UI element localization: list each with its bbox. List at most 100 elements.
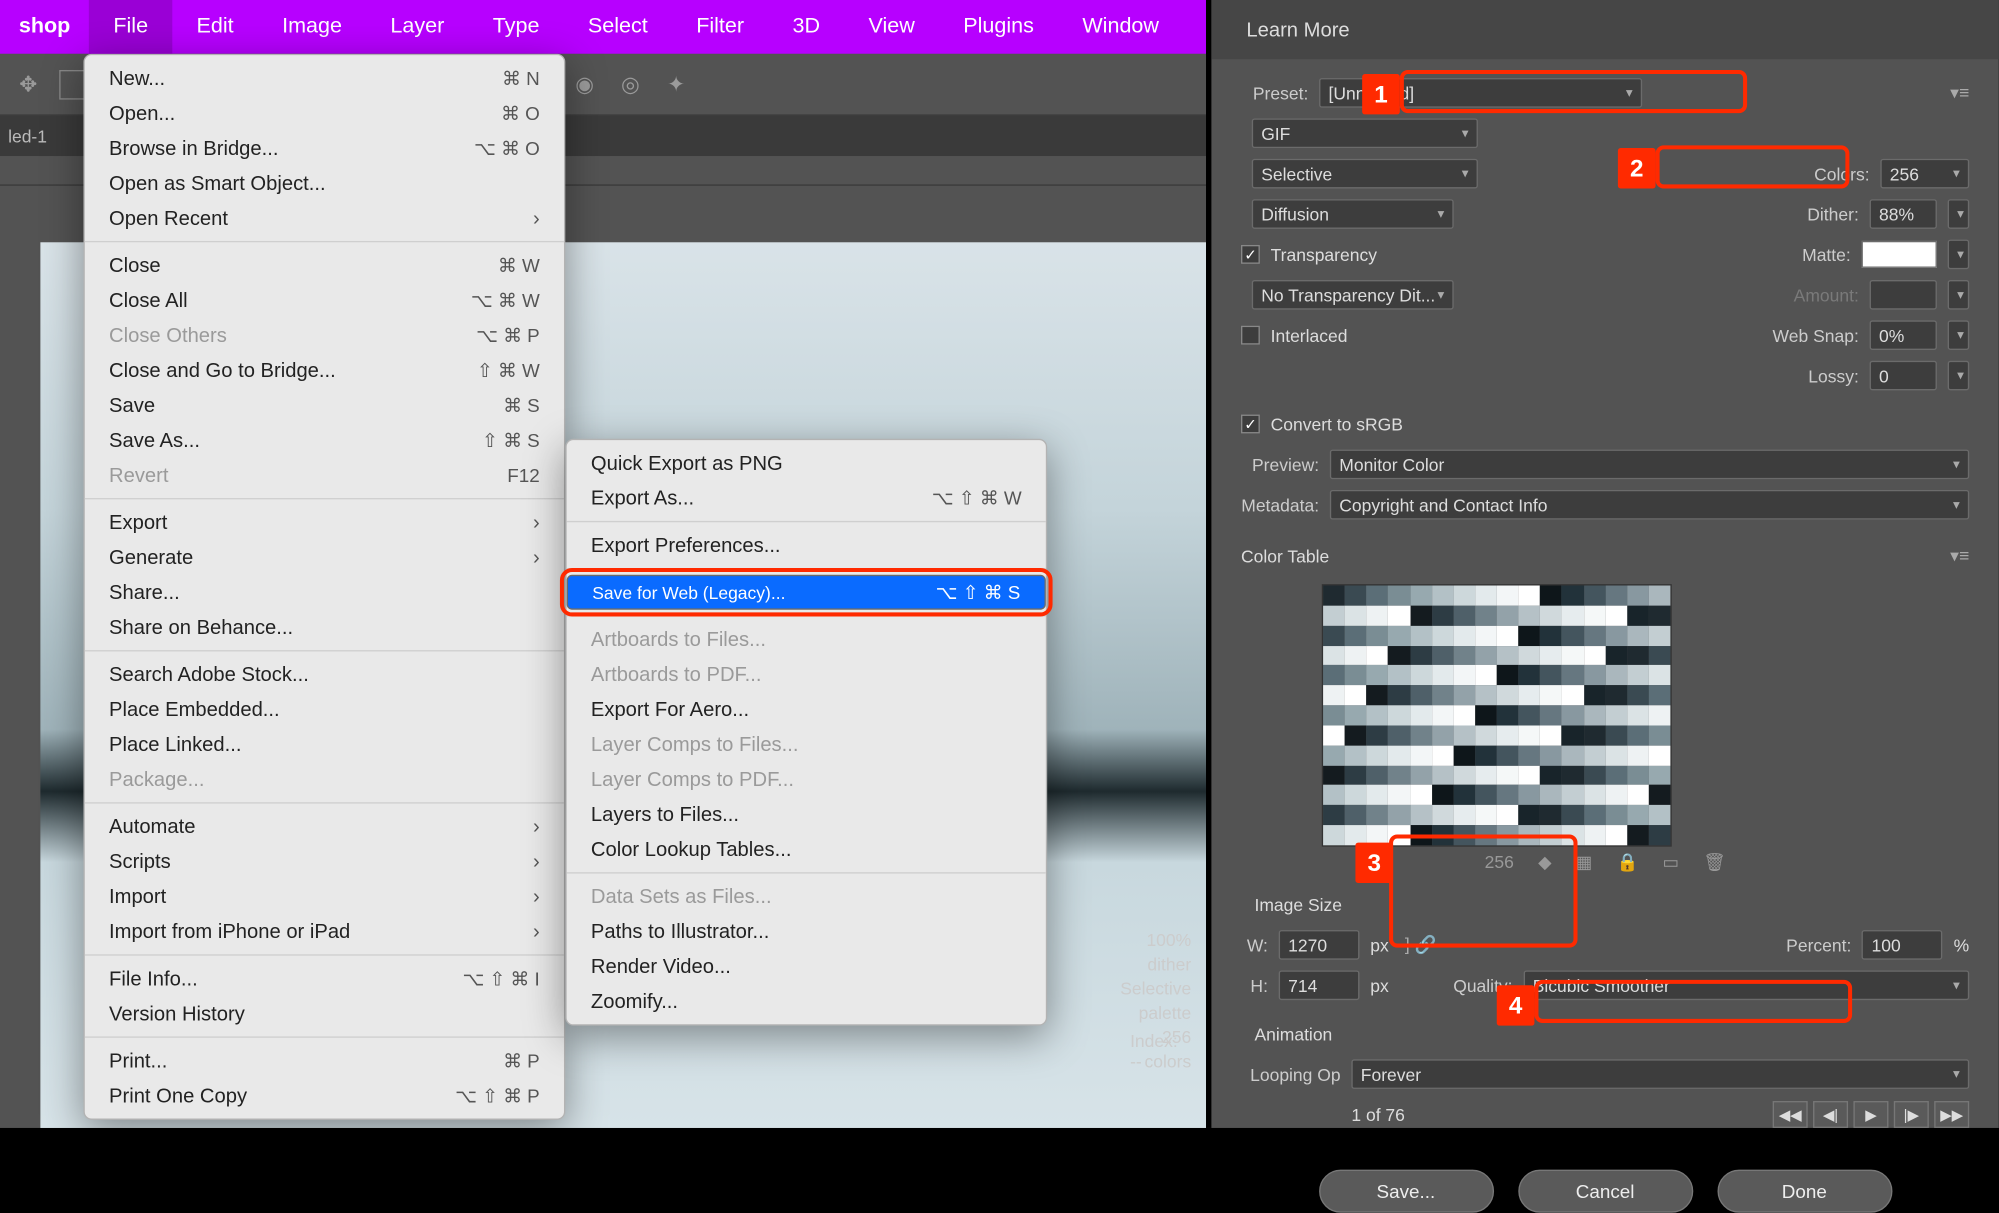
colortable-trash-icon[interactable]: 🗑	[1703, 852, 1725, 874]
color-reduction-select[interactable]: Selective▾	[1252, 159, 1478, 189]
lossy-stepper[interactable]: ▾	[1948, 361, 1970, 391]
menu-item[interactable]: Open Recent›	[85, 201, 564, 236]
menu-item[interactable]: Scripts›	[85, 844, 564, 879]
tool-icon[interactable]: ✥	[13, 72, 43, 96]
menu-item[interactable]: Place Linked...	[85, 727, 564, 762]
lossy-input[interactable]: 0	[1870, 361, 1937, 391]
preview-select[interactable]: Monitor Color▾	[1330, 450, 1969, 480]
menu-item[interactable]: Print...⌘ P	[85, 1043, 564, 1078]
link-icon[interactable]: ] 🔗	[1405, 934, 1437, 956]
colortable-lock-icon[interactable]: 🔒	[1617, 852, 1639, 874]
last-frame-button[interactable]: ▶▶	[1934, 1101, 1969, 1128]
width-input[interactable]: 1270	[1279, 930, 1360, 960]
dither-stepper[interactable]: ▾	[1948, 199, 1970, 229]
menu-view[interactable]: View	[844, 0, 939, 54]
dither-input[interactable]: 88%	[1870, 199, 1937, 229]
3d-icon[interactable]: ◉	[570, 72, 600, 96]
menu-item[interactable]: Export As...⌥ ⇧ ⌘ W	[567, 481, 1046, 516]
menu-file[interactable]: File	[89, 0, 172, 54]
colortable-icon[interactable]: ▦	[1576, 852, 1593, 874]
menu-item[interactable]: Close All⌥ ⌘ W	[85, 283, 564, 318]
menu-item[interactable]: Search Adobe Stock...	[85, 657, 564, 692]
menu-item[interactable]: Browse in Bridge...⌥ ⌘ O	[85, 131, 564, 166]
menu-item[interactable]: Generate›	[85, 540, 564, 575]
menu-item[interactable]: Paths to Illustrator...	[567, 914, 1046, 949]
menu-item[interactable]: Layers to Files...	[567, 797, 1046, 832]
menu-item[interactable]: Export Preferences...	[567, 528, 1046, 563]
3d-icon[interactable]: ◎	[616, 72, 646, 96]
menu-item[interactable]: Render Video...	[567, 949, 1046, 984]
quality-select[interactable]: Bicubic Smoother▾	[1523, 970, 1969, 1000]
trans-dither-select[interactable]: No Transparency Dit...▾	[1252, 280, 1454, 310]
panel-menu-icon[interactable]: ▾≡	[1950, 82, 1969, 104]
menu-item[interactable]: Save As...⇧ ⌘ S	[85, 423, 564, 458]
metadata-select[interactable]: Copyright and Contact Info▾	[1330, 490, 1969, 520]
3d-icon[interactable]: ✦	[661, 72, 691, 96]
color-table[interactable]	[1322, 584, 1672, 846]
menu-type[interactable]: Type	[469, 0, 564, 54]
amount-input	[1870, 280, 1937, 310]
dither-type-select[interactable]: Diffusion▾	[1252, 199, 1454, 229]
menu-layer[interactable]: Layer	[366, 0, 468, 54]
colors-select[interactable]: 256▾	[1880, 159, 1969, 189]
menu-edit[interactable]: Edit	[172, 0, 258, 54]
menu-item[interactable]: Export For Aero...	[567, 692, 1046, 727]
document-tab[interactable]: led-1	[8, 126, 47, 146]
height-input[interactable]: 714	[1279, 970, 1360, 1000]
menu-item[interactable]: New...⌘ N	[85, 61, 564, 96]
matte-swatch[interactable]	[1862, 241, 1937, 268]
animation-label: Animation	[1254, 1024, 1332, 1044]
menu-3d[interactable]: 3D	[768, 0, 844, 54]
menu-item[interactable]: Color Lookup Tables...	[567, 832, 1046, 867]
menu-select[interactable]: Select	[564, 0, 672, 54]
srgb-checkbox[interactable]: ✓	[1241, 415, 1260, 434]
transparency-checkbox[interactable]: ✓	[1241, 245, 1260, 264]
play-button[interactable]: ▶	[1853, 1101, 1888, 1128]
learn-more-link[interactable]: Learn More	[1246, 18, 1349, 41]
matte-label: Matte:	[1765, 244, 1851, 264]
menu-item[interactable]: Print One Copy⌥ ⇧ ⌘ P	[85, 1078, 564, 1113]
menu-help[interactable]: Help	[1183, 0, 1206, 54]
menu-plugins[interactable]: Plugins	[939, 0, 1058, 54]
colortable-icon[interactable]: ◆	[1538, 852, 1551, 874]
colortable-icon[interactable]: ▭	[1663, 852, 1680, 874]
interlaced-checkbox[interactable]	[1241, 326, 1260, 345]
imagesize-label: Image Size	[1254, 894, 1342, 914]
menu-item[interactable]: Close and Go to Bridge...⇧ ⌘ W	[85, 353, 564, 388]
colortable-menu-icon[interactable]: ▾≡	[1950, 545, 1969, 567]
menu-window[interactable]: Window	[1058, 0, 1183, 54]
menu-item[interactable]: Import from iPhone or iPad›	[85, 914, 564, 949]
menu-item[interactable]: Automate›	[85, 809, 564, 844]
menu-item[interactable]: Share...	[85, 575, 564, 610]
menu-image[interactable]: Image	[258, 0, 366, 54]
menu-item: Artboards to Files...	[567, 622, 1046, 657]
websnap-stepper[interactable]: ▾	[1948, 320, 1970, 350]
format-select[interactable]: GIF▾	[1252, 118, 1478, 148]
menu-item[interactable]: Open as Smart Object...	[85, 166, 564, 201]
first-frame-button[interactable]: ◀◀	[1773, 1101, 1808, 1128]
done-button[interactable]: Done	[1717, 1170, 1892, 1213]
menu-item[interactable]: Open...⌘ O	[85, 96, 564, 131]
menu-item[interactable]: Export›	[85, 505, 564, 540]
menu-filter[interactable]: Filter	[672, 0, 768, 54]
menu-item[interactable]: Version History	[85, 996, 564, 1031]
looping-select[interactable]: Forever▾	[1351, 1059, 1969, 1089]
menu-item[interactable]: Place Embedded...	[85, 692, 564, 727]
save-button[interactable]: Save...	[1318, 1170, 1493, 1213]
percent-input[interactable]: 100	[1862, 930, 1943, 960]
export-submenu: Quick Export as PNGExport As...⌥ ⇧ ⌘ W Ex…	[565, 439, 1047, 1026]
menu-item[interactable]: Save⌘ S	[85, 388, 564, 423]
menu-item[interactable]: Share on Behance...	[85, 610, 564, 645]
menu-item[interactable]: Zoomify...	[567, 984, 1046, 1019]
menu-item[interactable]: Quick Export as PNG	[567, 446, 1046, 481]
cancel-button[interactable]: Cancel	[1518, 1170, 1693, 1213]
next-frame-button[interactable]: |▶	[1894, 1101, 1929, 1128]
menu-item[interactable]: File Info...⌥ ⇧ ⌘ I	[85, 961, 564, 996]
menu-item[interactable]: Import›	[85, 879, 564, 914]
menu-item[interactable]: Save for Web (Legacy)...⌥ ⇧ ⌘ S	[567, 575, 1046, 610]
prev-frame-button[interactable]: ◀|	[1813, 1101, 1848, 1128]
menu-item[interactable]: Close⌘ W	[85, 248, 564, 283]
websnap-input[interactable]: 0%	[1870, 320, 1937, 350]
matte-select[interactable]: ▾	[1948, 240, 1970, 270]
colortable-label: Color Table	[1241, 546, 1329, 566]
